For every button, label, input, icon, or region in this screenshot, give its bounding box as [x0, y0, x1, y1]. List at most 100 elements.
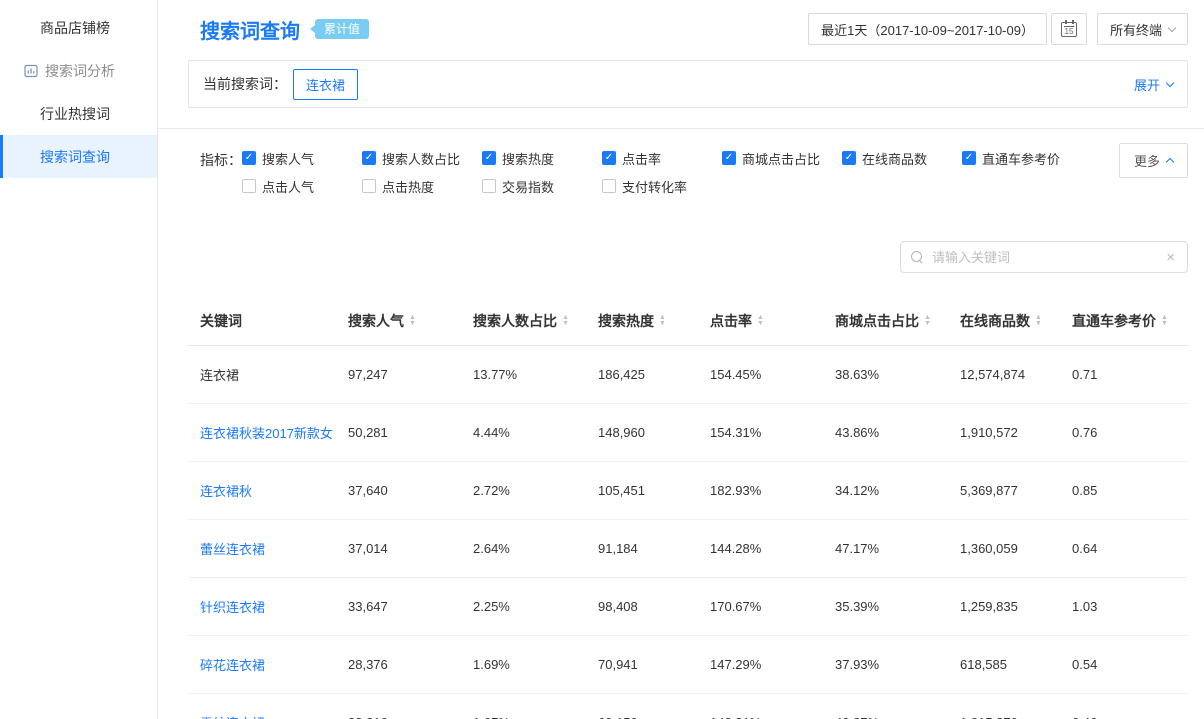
column-header[interactable]: 商城点击占比 ▲▼	[823, 299, 948, 346]
table-row: 针织连衣裙33,6472.25%98,408170.67%35.39%1,259…	[188, 578, 1188, 636]
metric-cell: 70,941	[586, 636, 698, 694]
checkbox-icon[interactable]	[242, 179, 256, 193]
checkbox-icon[interactable]	[362, 151, 376, 165]
metric-cell: 0.76	[1060, 404, 1188, 462]
table-row: 连衣裙97,24713.77%186,425154.45%38.63%12,57…	[188, 346, 1188, 404]
metric-cell: 91,184	[586, 520, 698, 578]
metric-cell: 5,369,877	[948, 462, 1060, 520]
checkbox-icon[interactable]	[962, 151, 976, 165]
metric-cell: 33,647	[336, 578, 461, 636]
metric-cell: 0.54	[1060, 636, 1188, 694]
sort-icon[interactable]: ▲▼	[924, 315, 931, 327]
sidebar-nav: 商品店铺榜 搜索词分析 行业	[0, 6, 157, 178]
date-range-picker[interactable]: 最近1天（2017-10-09~2017-10-09）	[808, 13, 1047, 45]
chevron-down-icon	[1166, 78, 1174, 86]
metric-cell: 4.44%	[461, 404, 586, 462]
sort-icon[interactable]: ▲▼	[1161, 315, 1168, 327]
metric-cell: 28,376	[336, 636, 461, 694]
metrics-label: 指标：	[200, 150, 242, 170]
metric-checkbox-r2-1[interactable]: 点击热度	[362, 173, 482, 199]
column-header[interactable]: 直通车参考价 ▲▼	[1060, 299, 1188, 346]
metric-cell: 148,960	[586, 404, 698, 462]
sidebar-item-industry-hot-words[interactable]: 行业热搜词	[0, 92, 157, 135]
sort-icon[interactable]: ▲▼	[659, 315, 666, 327]
sort-icon[interactable]: ▲▼	[1035, 315, 1042, 327]
column-label: 直通车参考价	[1072, 311, 1156, 331]
metric-cell: 144.28%	[698, 520, 823, 578]
sort-icon[interactable]: ▲▼	[562, 315, 569, 327]
metric-cell: 154.31%	[698, 404, 823, 462]
column-label: 搜索热度	[598, 311, 654, 331]
column-header[interactable]: 在线商品数▲▼	[948, 299, 1060, 346]
metric-checkbox-r1-1[interactable]: 搜索人数占比	[362, 145, 482, 171]
checkbox-icon[interactable]	[482, 151, 496, 165]
column-header[interactable]: 搜索人数占比 ▲▼	[461, 299, 586, 346]
metric-cell: 1.67%	[461, 694, 586, 719]
metric-cell: 0.64	[1060, 520, 1188, 578]
more-button[interactable]: 更多	[1119, 143, 1188, 178]
metric-checkbox-r1-2[interactable]: 搜索热度	[482, 145, 602, 171]
column-label: 商城点击占比	[835, 311, 919, 331]
metric-checkbox-r1-6[interactable]: 直通车参考价	[962, 145, 1082, 171]
table-body: 连衣裙97,24713.77%186,425154.45%38.63%12,57…	[188, 346, 1188, 719]
accumulated-value-badge: 累计值	[315, 19, 369, 39]
keyword-cell[interactable]: 连衣裙秋	[188, 462, 336, 520]
metric-checkbox-r2-3[interactable]: 支付转化率	[602, 173, 722, 199]
metric-checkbox-r2-0[interactable]: 点击人气	[242, 173, 362, 199]
keyword-search-input[interactable]	[932, 250, 1164, 265]
current-term-tag[interactable]: 连衣裙	[293, 69, 358, 100]
metric-checkbox-label: 直通车参考价	[982, 149, 1060, 168]
metric-cell: 37.93%	[823, 636, 948, 694]
metric-checkbox-r1-5[interactable]: 在线商品数	[842, 145, 962, 171]
checkbox-icon[interactable]	[242, 151, 256, 165]
metric-checkbox-label: 搜索人气	[262, 149, 314, 168]
keyword-cell[interactable]: 蕾丝连衣裙	[188, 520, 336, 578]
checkbox-icon[interactable]	[602, 151, 616, 165]
checkbox-icon[interactable]	[842, 151, 856, 165]
sidebar-item-search-analysis[interactable]: 搜索词分析	[0, 49, 157, 92]
sort-icon[interactable]: ▲▼	[409, 315, 416, 327]
checkbox-icon[interactable]	[362, 179, 376, 193]
column-header[interactable]: 搜索热度 ▲▼	[586, 299, 698, 346]
metric-checkbox-label: 点击热度	[382, 177, 434, 196]
checkbox-icon[interactable]	[482, 179, 496, 193]
column-header[interactable]: 点击率▲▼	[698, 299, 823, 346]
clear-icon[interactable]: ×	[1164, 250, 1177, 265]
metric-checkbox-label: 搜索人数占比	[382, 149, 460, 168]
metric-cell: 154.45%	[698, 346, 823, 404]
current-term-label: 当前搜索词：	[203, 74, 287, 94]
calendar-button[interactable]: 15	[1051, 13, 1087, 45]
keyword-cell[interactable]: 针织连衣裙	[188, 578, 336, 636]
metric-cell: 37,640	[336, 462, 461, 520]
table-row: 连衣裙秋装2017新款女50,2814.44%148,960154.31%43.…	[188, 404, 1188, 462]
metric-checkbox-r1-4[interactable]: 商城点击占比	[722, 145, 842, 171]
metrics-row-2: 点击人气 点击热度 交易指数 支付转化率	[242, 173, 1082, 199]
metric-cell: 12,574,874	[948, 346, 1060, 404]
expand-toggle[interactable]: 展开	[1134, 75, 1173, 94]
keyword-search-box: ×	[900, 241, 1188, 273]
metric-checkbox-r2-2[interactable]: 交易指数	[482, 173, 602, 199]
column-label: 搜索人数占比	[473, 311, 557, 331]
sort-icon[interactable]: ▲▼	[757, 315, 764, 327]
metric-checkbox-r1-0[interactable]: 搜索人气	[242, 145, 362, 171]
metric-cell: 97,247	[336, 346, 461, 404]
metric-checkbox-r1-3[interactable]: 点击率	[602, 145, 722, 171]
date-range-text: 最近1天（2017-10-09~2017-10-09）	[821, 20, 1034, 39]
metric-checkbox-label: 点击人气	[262, 177, 314, 196]
column-label: 搜索人气	[348, 311, 404, 331]
metric-cell: 2.72%	[461, 462, 586, 520]
sidebar-item-shop-rank[interactable]: 商品店铺榜	[0, 6, 157, 49]
checkbox-icon[interactable]	[602, 179, 616, 193]
keyword-cell[interactable]: 连衣裙秋装2017新款女	[188, 404, 336, 462]
more-button-label: 更多	[1134, 151, 1160, 170]
search-analysis-icon	[24, 64, 38, 78]
metric-cell: 147.29%	[698, 636, 823, 694]
sidebar-item-search-query[interactable]: 搜索词查询	[0, 135, 157, 178]
keyword-cell[interactable]: 碎花连衣裙	[188, 636, 336, 694]
keyword-cell[interactable]: 雪纺连衣裙	[188, 694, 336, 719]
topbar: 搜索词查询 累计值 最近1天（2017-10-09~2017-10-09） 15…	[188, 0, 1188, 58]
metric-cell: 47.17%	[823, 520, 948, 578]
checkbox-icon[interactable]	[722, 151, 736, 165]
terminal-select[interactable]: 所有终端	[1097, 13, 1188, 45]
column-header[interactable]: 搜索人气 ▲▼	[336, 299, 461, 346]
